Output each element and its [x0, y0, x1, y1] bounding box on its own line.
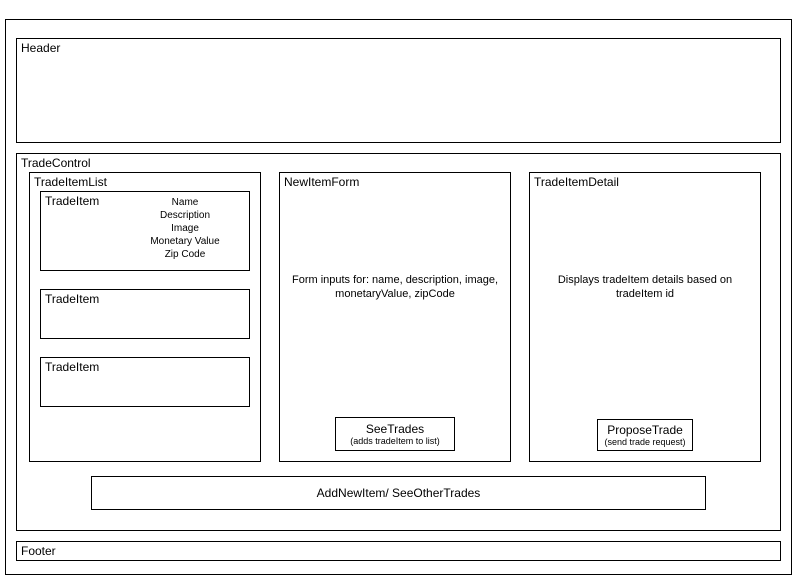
trade-item-label: TradeItem	[45, 360, 99, 374]
trade-item-list-box: TradeItemList TradeItem Name Description…	[29, 172, 261, 462]
new-item-form-description: Form inputs for: name, description, imag…	[290, 273, 500, 301]
trade-item-label: TradeItem	[45, 292, 99, 306]
bottom-bar-label: AddNewItem/ SeeOtherTrades	[317, 486, 481, 500]
app-container: Header TradeControl TradeItemList TradeI…	[5, 19, 792, 575]
see-trades-button[interactable]: SeeTrades (adds tradeItem to list)	[335, 417, 455, 451]
footer-label: Footer	[21, 544, 56, 558]
trade-item-list-label: TradeItemList	[34, 175, 107, 189]
trade-item-detail-description: Displays tradeItem details based on trad…	[540, 273, 750, 301]
header-label: Header	[21, 41, 60, 55]
propose-trade-subtitle: (send trade request)	[604, 437, 686, 447]
field-image: Image	[125, 222, 245, 235]
field-zip-code: Zip Code	[125, 248, 245, 261]
trade-item: TradeItem Name Description Image Monetar…	[40, 191, 250, 271]
see-trades-subtitle: (adds tradeItem to list)	[346, 436, 444, 446]
footer-box: Footer	[16, 541, 781, 561]
trade-item-detail-label: TradeItemDetail	[534, 175, 619, 189]
trade-item: TradeItem	[40, 289, 250, 339]
trade-item-label: TradeItem	[45, 194, 99, 208]
add-new-item-see-other-trades-button[interactable]: AddNewItem/ SeeOtherTrades	[91, 476, 706, 510]
new-item-form-label: NewItemForm	[284, 175, 359, 189]
columns-row: TradeItemList TradeItem Name Description…	[29, 172, 768, 462]
trade-control-box: TradeControl TradeItemList TradeItem Nam…	[16, 153, 781, 531]
propose-trade-title: ProposeTrade	[604, 423, 686, 437]
trade-control-label: TradeControl	[21, 156, 91, 170]
field-monetary-value: Monetary Value	[125, 235, 245, 248]
header-box: Header	[16, 38, 781, 143]
field-description: Description	[125, 209, 245, 222]
field-name: Name	[125, 196, 245, 209]
trade-item-detail-box: TradeItemDetail Displays tradeItem detai…	[529, 172, 761, 462]
see-trades-title: SeeTrades	[346, 422, 444, 436]
trade-item: TradeItem	[40, 357, 250, 407]
new-item-form-box: NewItemForm Form inputs for: name, descr…	[279, 172, 511, 462]
trade-item-fields: Name Description Image Monetary Value Zi…	[125, 196, 245, 261]
propose-trade-button[interactable]: ProposeTrade (send trade request)	[597, 419, 693, 451]
